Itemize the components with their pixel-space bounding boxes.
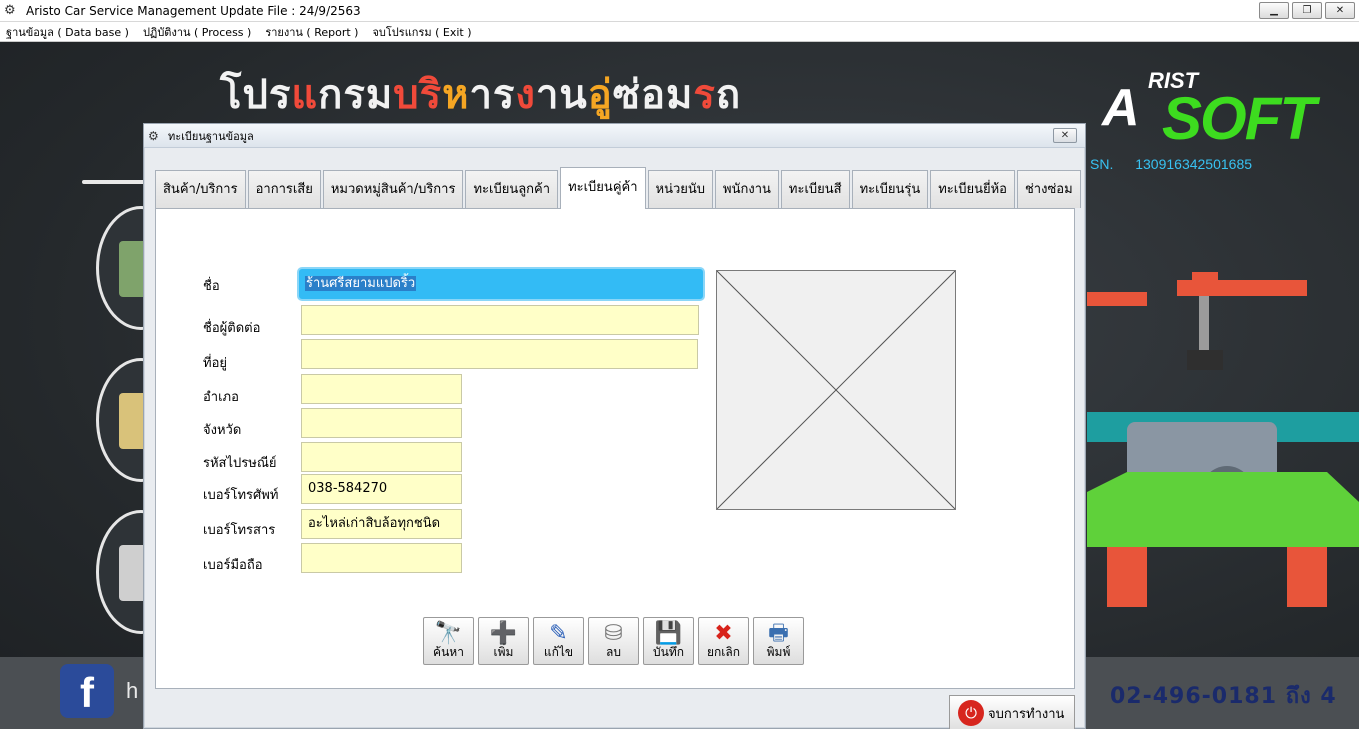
tab-partners[interactable]: ทะเบียนคู่ค้า	[560, 167, 646, 209]
contact-label: ชื่อผู้ติดต่อ	[203, 321, 261, 336]
contact-field[interactable]	[301, 305, 699, 335]
banner-part: แ	[291, 72, 319, 118]
dialog-gear-icon: ⚙	[148, 128, 159, 143]
dialog-close-button[interactable]: ✕	[1053, 128, 1077, 143]
banner-part: ง	[515, 72, 536, 118]
fax-field[interactable]: อะไหล่เก่าสิบล้อทุกชนิด	[301, 509, 462, 539]
tab-brands[interactable]: ทะเบียนยี่ห้อ	[930, 170, 1015, 208]
engine-hoist-illustration	[1087, 272, 1359, 607]
mobile-label: เบอร์มือถือ	[203, 558, 263, 573]
mobile-field[interactable]	[301, 543, 462, 573]
banner-part: โปร	[220, 72, 292, 118]
tab-products[interactable]: สินค้า/บริการ	[155, 170, 246, 208]
tab-strip: สินค้า/บริการ อาการเสีย หมวดหมู่สินค้า/บ…	[155, 167, 1083, 209]
province-field[interactable]	[301, 408, 462, 438]
edit-button[interactable]: ✎ แก้ไข	[533, 617, 584, 665]
restore-button[interactable]: ❐	[1292, 2, 1322, 19]
tab-categories[interactable]: หมวดหมู่สินค้า/บริการ	[322, 170, 464, 208]
close-button[interactable]: ✕	[1325, 2, 1355, 19]
phone-field[interactable]: 038-584270	[301, 474, 462, 504]
menu-report[interactable]: รายงาน ( Report )	[265, 23, 358, 41]
registry-dialog: ⚙ ทะเบียนฐานข้อมูล ✕ สินค้า/บริการ อาการ…	[143, 123, 1086, 729]
print-button[interactable]: 🖶 พิมพ์	[753, 617, 804, 665]
tab-models[interactable]: ทะเบียนรุ่น	[851, 170, 929, 208]
menu-bar: ฐานข้อมูล ( Data base ) ปฏิบัติงาน ( Pro…	[0, 22, 1359, 42]
postcode-label: รหัสไปรษณีย์	[203, 456, 277, 471]
fax-label: เบอร์โทรสาร	[203, 523, 276, 538]
search-button[interactable]: 🔭 ค้นหา	[423, 617, 474, 665]
contact-phone: 02-496-0181 ถึง 4	[1110, 684, 1337, 709]
action-toolbar: 🔭 ค้นหา ➕ เพิ่ม ✎ แก้ไข ⛁ ลบ 💾 บันทึก ✖	[423, 617, 804, 665]
window-controls: ▁ ❐ ✕	[1259, 2, 1355, 19]
district-label: อำเภอ	[203, 390, 239, 405]
menu-database[interactable]: ฐานข้อมูล ( Data base )	[6, 23, 129, 41]
name-label: ชื่อ	[203, 279, 220, 294]
window-title-bar: ⚙ Aristo Car Service Management Update F…	[0, 0, 1359, 22]
aristosoft-logo: A RIST SOFT	[1102, 68, 1316, 152]
district-field[interactable]	[301, 374, 462, 404]
banner-part: ร	[693, 72, 716, 118]
banner-part: าร	[469, 72, 516, 118]
add-button[interactable]: ➕ เพิ่ม	[478, 617, 529, 665]
province-label: จังหวัด	[203, 423, 242, 438]
serial-number: SN. 130916342501685	[1090, 156, 1252, 172]
facebook-icon[interactable]: f	[60, 664, 114, 718]
banner-part: ซ่อม	[612, 72, 694, 118]
tab-colors[interactable]: ทะเบียนสี	[780, 170, 850, 208]
name-field[interactable]: ร้านศรีสยามแปดริ้ว	[297, 267, 705, 301]
banner-part: ถ	[715, 72, 742, 118]
app-gear-icon: ⚙	[4, 2, 16, 18]
cancel-button[interactable]: ✖ ยกเลิก	[698, 617, 749, 665]
delete-button[interactable]: ⛁ ลบ	[588, 617, 639, 665]
serial-value: 130916342501685	[1135, 156, 1253, 172]
facebook-text: h	[126, 678, 139, 703]
partner-form-panel: ชื่อ ร้านศรีสยามแปดริ้ว ชื่อผู้ติดต่อ ที…	[155, 208, 1075, 689]
banner-part: บริ	[393, 72, 443, 118]
banner-title: โปรแกรมบริหารงานอู่ซ่อมรถ	[220, 62, 741, 126]
banner-part: อู่	[587, 72, 613, 118]
serial-label: SN.	[1090, 156, 1114, 172]
minimize-button[interactable]: ▁	[1259, 2, 1289, 19]
partner-photo-placeholder[interactable]	[716, 270, 956, 510]
banner-part: กรม	[318, 72, 394, 118]
postcode-field[interactable]	[301, 442, 462, 472]
dialog-title: ทะเบียนฐานข้อมูล	[168, 129, 254, 143]
tab-symptoms[interactable]: อาการเสีย	[247, 170, 321, 208]
menu-process[interactable]: ปฏิบัติงาน ( Process )	[143, 23, 251, 41]
power-icon: ⏻	[958, 700, 984, 726]
tab-customers[interactable]: ทะเบียนลูกค้า	[465, 170, 559, 208]
dialog-title-bar: ⚙ ทะเบียนฐานข้อมูล ✕	[144, 124, 1085, 148]
address-label: ที่อยู่	[203, 356, 227, 371]
banner-part: าน	[535, 72, 588, 118]
window-title: Aristo Car Service Management Update Fil…	[26, 3, 361, 18]
tab-units[interactable]: หน่วยนับ	[647, 170, 714, 208]
tab-mechanics[interactable]: ช่างซ่อม	[1016, 170, 1081, 208]
banner-part: ห	[442, 72, 470, 118]
menu-exit[interactable]: จบโปรแกรม ( Exit )	[372, 23, 471, 41]
exit-button[interactable]: ⏻ จบการทำงาน	[949, 695, 1075, 729]
chalk-divider	[82, 180, 152, 184]
tab-employees[interactable]: พนักงาน	[715, 170, 779, 208]
address-field[interactable]	[301, 339, 698, 369]
phone-label: เบอร์โทรศัพท์	[203, 488, 279, 503]
save-button[interactable]: 💾 บันทึก	[643, 617, 694, 665]
